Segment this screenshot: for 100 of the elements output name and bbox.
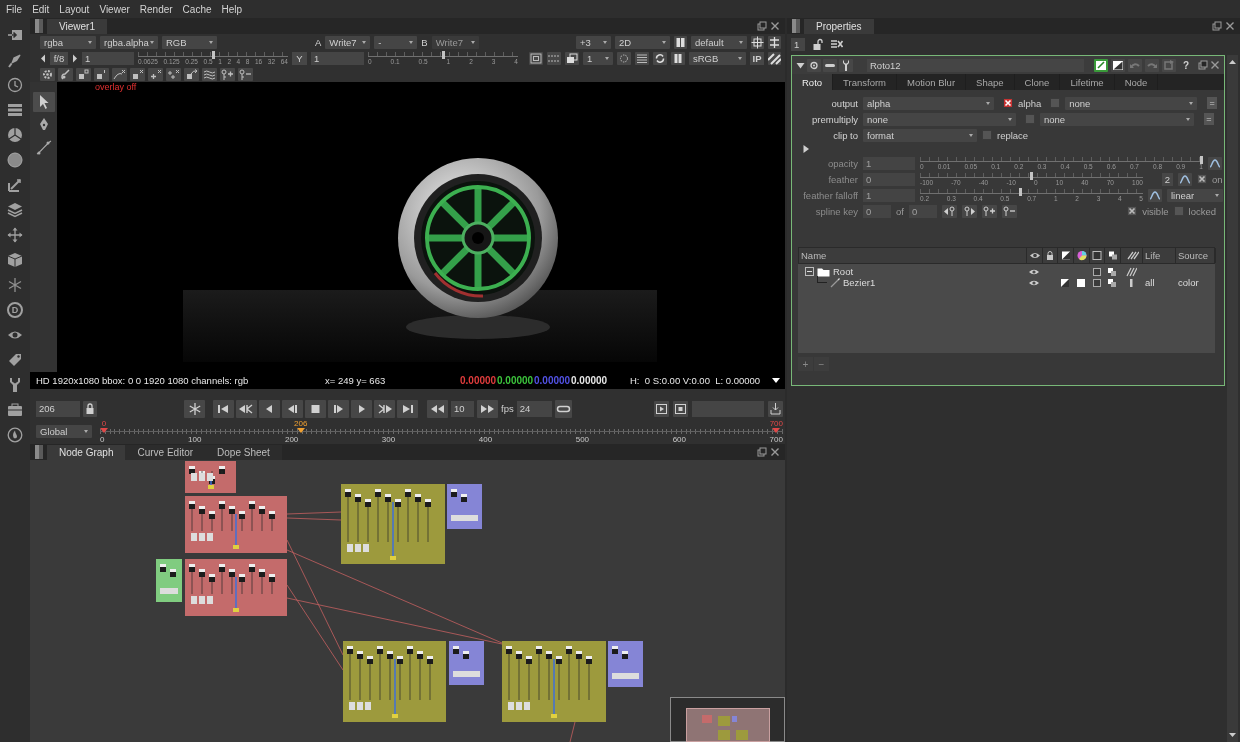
half-square-icon[interactable]: [1111, 58, 1125, 72]
frame-field[interactable]: 206: [36, 400, 80, 417]
key-minus-icon[interactable]: [238, 67, 253, 81]
wrench-icon[interactable]: [7, 377, 23, 393]
next-key-icon[interactable]: [374, 399, 395, 418]
double-plus-cross-icon[interactable]: [166, 67, 181, 81]
panel-grip-icon[interactable]: [35, 445, 43, 459]
lut-dropdown[interactable]: default: [691, 35, 747, 49]
float-icon[interactable]: [1198, 60, 1208, 70]
overlap-squares-icon[interactable]: [1106, 277, 1118, 288]
panel-tab[interactable]: Properties: [804, 19, 874, 34]
close-icon[interactable]: [770, 447, 780, 457]
link-button[interactable]: =: [1207, 97, 1218, 109]
column-header[interactable]: Source: [1176, 248, 1216, 263]
caret-icon[interactable]: [772, 378, 780, 383]
column-header[interactable]: Life: [1143, 248, 1176, 263]
outlined-square-icon[interactable]: [1090, 249, 1104, 262]
disc-icon[interactable]: [7, 152, 23, 168]
square-tick-icon[interactable]: [94, 67, 109, 81]
segmented-circle-icon[interactable]: [7, 127, 23, 143]
help-button[interactable]: ?: [1179, 59, 1192, 71]
stop-icon[interactable]: [305, 399, 326, 418]
key-right-icon[interactable]: [961, 204, 977, 218]
increment-field[interactable]: 10: [451, 400, 474, 417]
channel-dropdown[interactable]: rgba: [40, 35, 96, 49]
open-padlock-icon[interactable]: [813, 38, 823, 50]
brush-icon[interactable]: [7, 52, 23, 68]
layers-icon[interactable]: [7, 202, 23, 218]
panel-grip-icon[interactable]: [35, 19, 43, 33]
minimap[interactable]: [670, 697, 785, 742]
expand-triangle-icon[interactable]: [802, 145, 810, 153]
close-icon[interactable]: [1210, 60, 1220, 70]
checkbox[interactable]: [1025, 114, 1035, 124]
mask-dropdown[interactable]: none: [1040, 112, 1194, 126]
mask-dropdown[interactable]: none: [1065, 96, 1198, 110]
clip-dropdown[interactable]: format: [863, 128, 977, 142]
double-block-icon[interactable]: [674, 35, 687, 49]
refresh-icon[interactable]: [653, 51, 667, 65]
square-cross-icon[interactable]: [130, 67, 145, 81]
swatch-icon[interactable]: [1075, 277, 1087, 288]
gain-field[interactable]: 1: [82, 51, 134, 65]
collapse-icon[interactable]: [805, 267, 814, 276]
curve-cross-icon[interactable]: [112, 67, 127, 81]
lines-icon[interactable]: [635, 51, 649, 65]
wipe-dropdown[interactable]: -: [374, 35, 418, 49]
range-dropdown[interactable]: Global: [36, 425, 92, 438]
step-forward-icon[interactable]: [328, 399, 349, 418]
proxy-dropdown[interactable]: 1: [583, 51, 613, 65]
pause-icon[interactable]: [671, 51, 685, 65]
shape-name[interactable]: Bezier1: [843, 277, 876, 288]
curve-icon[interactable]: [1178, 172, 1192, 186]
dotted-circle-icon[interactable]: [617, 51, 631, 65]
panel-tab[interactable]: Node Graph: [47, 445, 126, 460]
timeline-track[interactable]: 0 206 700 0 100 200 300 400 500 600 700: [100, 419, 783, 444]
step-back-icon[interactable]: [259, 399, 280, 418]
scroll-down-icon[interactable]: [1228, 731, 1237, 739]
max-panels-field[interactable]: 1: [791, 37, 805, 51]
folder-icon[interactable]: [817, 266, 830, 277]
plus-cross-icon[interactable]: [148, 67, 163, 81]
layer-name[interactable]: Root: [833, 266, 854, 277]
menu-item[interactable]: Help: [216, 3, 248, 15]
pen-square-icon[interactable]: [1094, 58, 1108, 72]
menu-item[interactable]: Viewer: [94, 3, 135, 15]
play-reverse-icon[interactable]: [282, 399, 303, 418]
input-dropdown[interactable]: Write7: [325, 35, 371, 49]
scrollbar[interactable]: [1227, 55, 1238, 742]
key-left-icon[interactable]: [941, 204, 957, 218]
snowflake-icon[interactable]: [7, 277, 23, 293]
prev-key-icon[interactable]: [236, 399, 257, 418]
gamma-field[interactable]: 1: [311, 51, 364, 65]
loop-icon[interactable]: [554, 399, 572, 418]
fast-forward-icon[interactable]: [477, 399, 498, 418]
node-name-field[interactable]: Roto12: [867, 58, 1084, 72]
link-button[interactable]: =: [1204, 113, 1214, 125]
tab[interactable]: Transform: [833, 74, 897, 90]
cube-icon[interactable]: [7, 252, 23, 268]
tag-icon[interactable]: [7, 352, 23, 368]
skip-start-icon[interactable]: [213, 399, 234, 418]
tab[interactable]: Shape: [966, 74, 1015, 90]
panel-tab[interactable]: Viewer1: [47, 19, 107, 34]
checkbox[interactable]: [1003, 98, 1013, 108]
layer-dropdown[interactable]: rgba.alpha: [100, 35, 158, 49]
menu-item[interactable]: Cache: [177, 3, 217, 15]
menu-item[interactable]: File: [1, 3, 28, 15]
checkbox[interactable]: [982, 130, 992, 140]
stripes-icon[interactable]: [768, 51, 781, 65]
close-icon[interactable]: [1225, 21, 1235, 31]
colorspace-dropdown[interactable]: sRGB: [689, 51, 746, 65]
premultiply-dropdown[interactable]: none: [863, 112, 1016, 126]
float-icon[interactable]: [757, 447, 767, 457]
input-process-button[interactable]: IP: [750, 51, 764, 65]
square-frame-icon[interactable]: [529, 51, 543, 65]
panel-tab[interactable]: Dope Sheet: [205, 445, 282, 460]
scroll-up-icon[interactable]: [1228, 58, 1237, 66]
tab[interactable]: Motion Blur: [897, 74, 967, 90]
briefcase-icon[interactable]: [7, 402, 23, 418]
padlock-icon[interactable]: [83, 400, 97, 417]
letter-badge[interactable]: D: [7, 302, 23, 318]
play-square-icon[interactable]: [654, 400, 669, 417]
overlap-squares-icon[interactable]: [1106, 266, 1118, 277]
